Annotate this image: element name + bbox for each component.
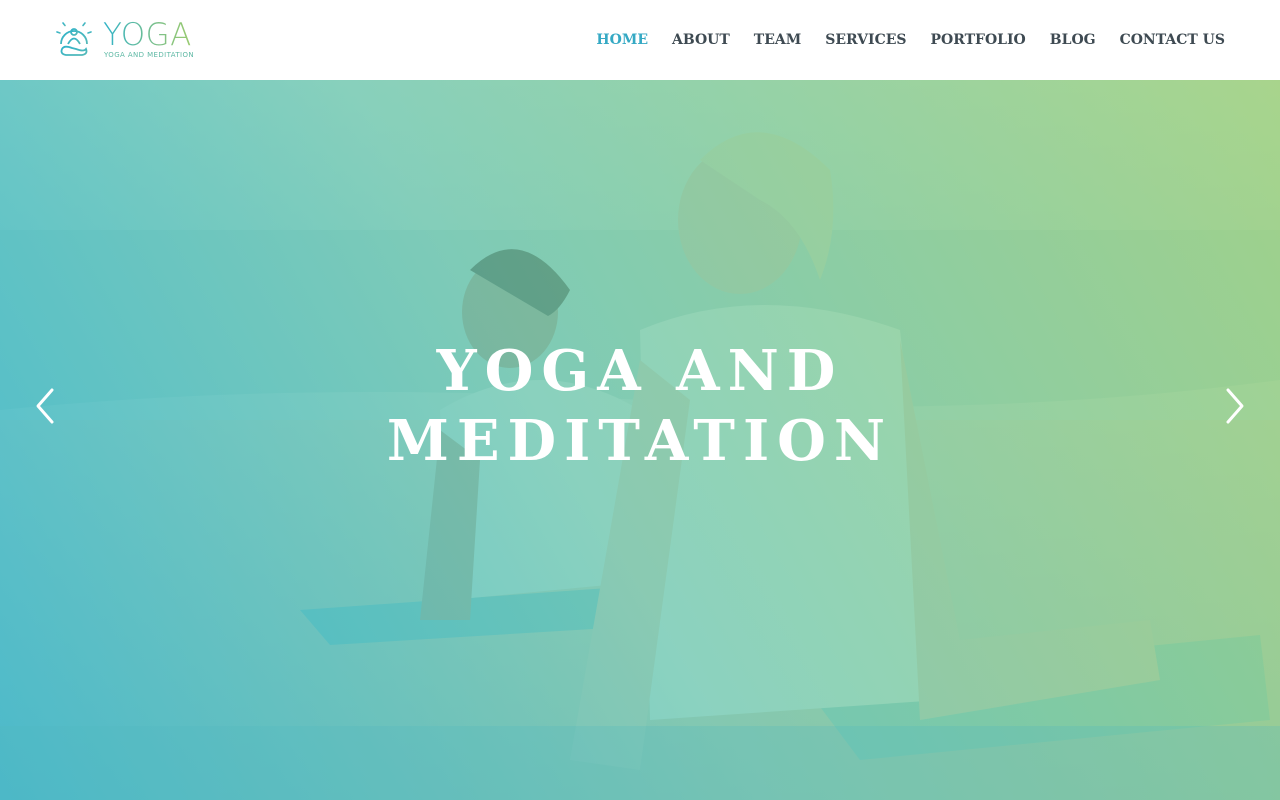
site-header: YOGA YOGA AND MEDITATION HOME ABOUT TEAM… <box>0 0 1280 80</box>
hero-title: YOGA AND MEDITATION <box>340 336 940 476</box>
meditation-logo-icon <box>56 18 92 56</box>
hero-bottom-band <box>0 726 1280 800</box>
hero-title-line-1: YOGA AND <box>436 338 844 404</box>
hero-slider: YOGA AND MEDITATION <box>0 80 1280 800</box>
nav-home[interactable]: HOME <box>596 30 648 50</box>
main-nav: HOME ABOUT TEAM SERVICES PORTFOLIO BLOG … <box>596 30 1225 50</box>
nav-services[interactable]: SERVICES <box>825 30 906 50</box>
site-logo[interactable]: YOGA YOGA AND MEDITATION <box>54 18 214 64</box>
nav-contact-us[interactable]: CONTACT US <box>1120 30 1225 50</box>
nav-about[interactable]: ABOUT <box>672 30 730 50</box>
slider-next-button[interactable] <box>1220 384 1250 428</box>
chevron-right-icon <box>1226 388 1244 424</box>
logo-wordmark: YOGA <box>103 17 192 53</box>
nav-team[interactable]: TEAM <box>754 30 801 50</box>
nav-blog[interactable]: BLOG <box>1050 30 1096 50</box>
hero-title-line-2: MEDITATION <box>386 408 894 474</box>
nav-portfolio[interactable]: PORTFOLIO <box>931 30 1026 50</box>
slider-prev-button[interactable] <box>30 384 60 428</box>
chevron-left-icon <box>36 388 54 424</box>
logo-tagline: YOGA AND MEDITATION <box>104 51 195 59</box>
